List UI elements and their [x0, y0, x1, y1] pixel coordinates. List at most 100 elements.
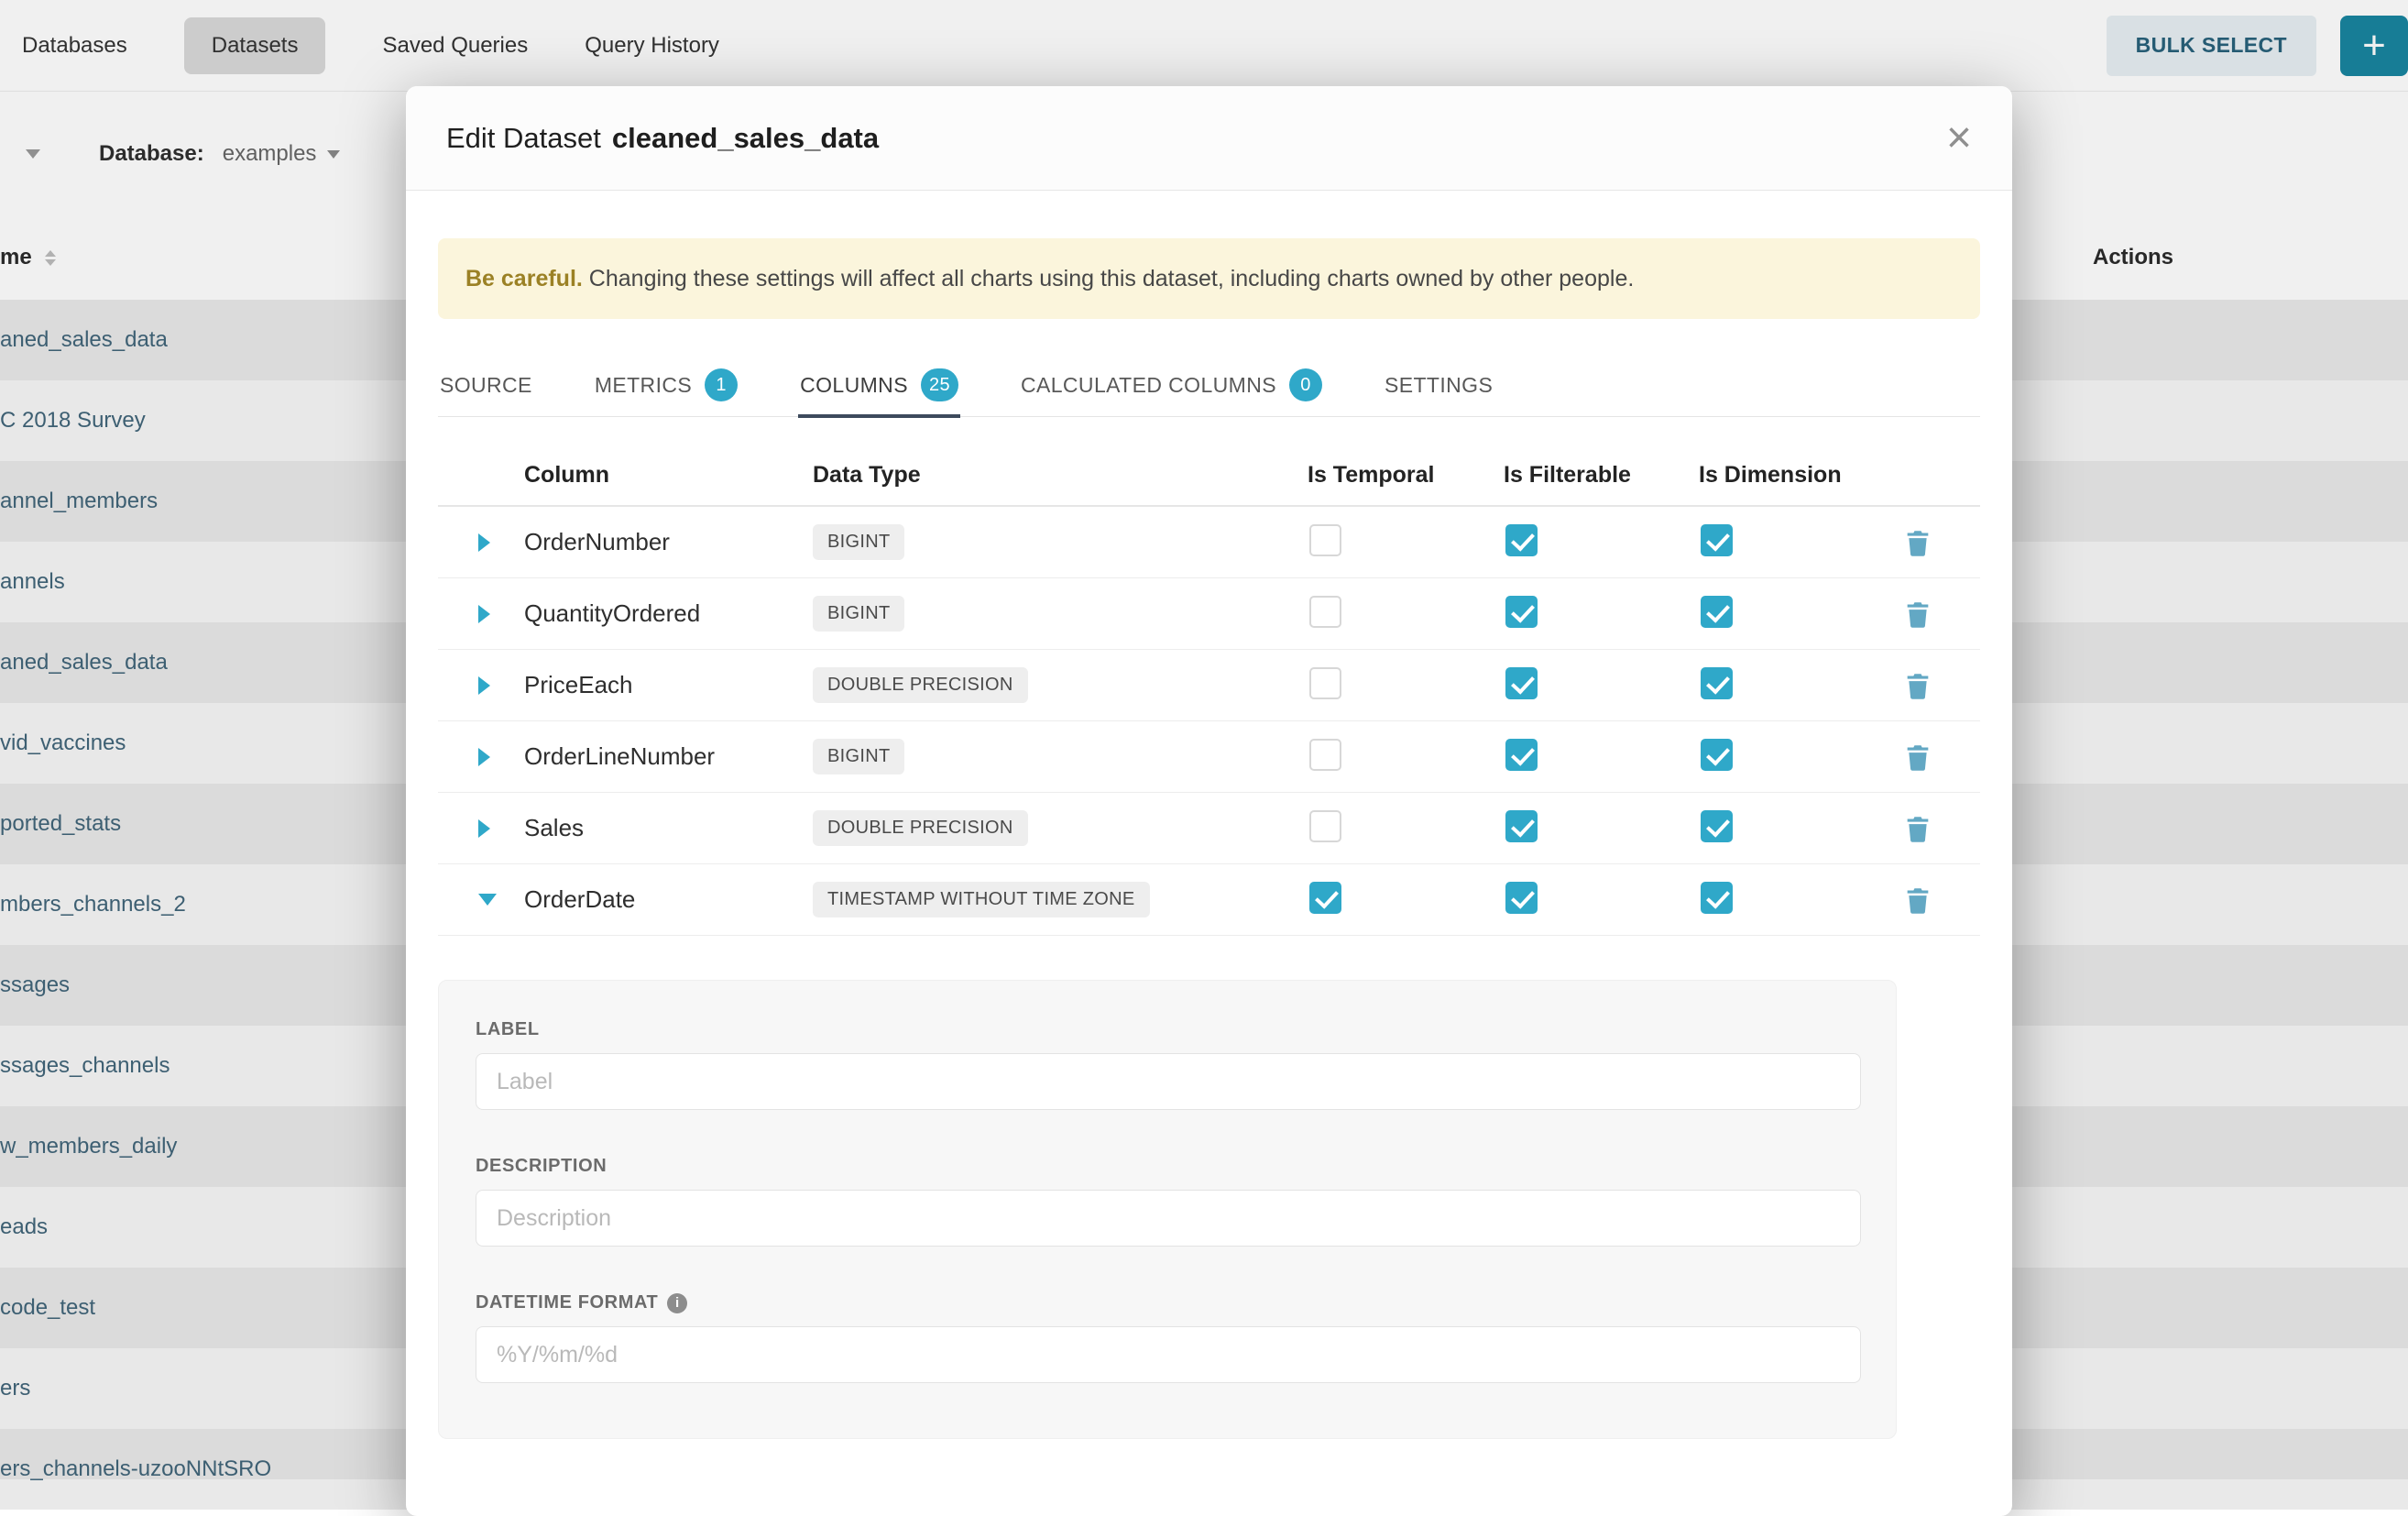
expand-toggle[interactable]: [438, 533, 524, 552]
data-type-pill: BIGINT: [813, 596, 904, 632]
is-filterable-checkbox[interactable]: [1505, 667, 1538, 699]
column-name: Sales: [524, 814, 813, 842]
close-icon[interactable]: ×: [1946, 116, 1972, 160]
label-input[interactable]: [476, 1053, 1861, 1110]
is-dimension-checkbox[interactable]: [1701, 667, 1733, 699]
tab-label: METRICS: [595, 373, 692, 398]
tab-columns[interactable]: COLUMNS 25: [798, 354, 960, 416]
is-temporal-checkbox[interactable]: [1309, 524, 1341, 556]
header-is-dimension: Is Dimension: [1699, 462, 1895, 489]
modal-title: Edit Dataset cleaned_sales_data: [446, 122, 879, 155]
trash-icon[interactable]: [1902, 884, 1933, 916]
header-is-filterable: Is Filterable: [1504, 462, 1699, 489]
delete-column-button[interactable]: [1895, 527, 1980, 558]
data-type-pill: DOUBLE PRECISION: [813, 810, 1028, 846]
label-field-label: LABEL: [476, 1019, 1859, 1040]
modal-title-prefix: Edit Dataset: [446, 122, 601, 155]
expand-caret-icon[interactable]: [478, 894, 497, 906]
is-temporal-checkbox[interactable]: [1309, 882, 1341, 914]
is-dimension-checkbox[interactable]: [1701, 882, 1733, 914]
is-dimension-checkbox[interactable]: [1701, 524, 1733, 556]
is-dimension-checkbox[interactable]: [1701, 810, 1733, 842]
edit-dataset-modal: Edit Dataset cleaned_sales_data × Be car…: [406, 86, 2012, 1516]
info-icon[interactable]: i: [667, 1293, 687, 1313]
expand-caret-icon[interactable]: [478, 819, 490, 838]
expand-caret-icon[interactable]: [478, 533, 490, 552]
tab-calculated-columns[interactable]: CALCULATED COLUMNS 0: [1019, 354, 1324, 416]
modal-dataset-name: cleaned_sales_data: [612, 122, 879, 155]
label-field-group: LABEL: [476, 1019, 1859, 1110]
expand-toggle[interactable]: [438, 676, 524, 695]
expand-toggle[interactable]: [438, 819, 524, 838]
datetime-format-input[interactable]: [476, 1326, 1861, 1383]
column-name: OrderLineNumber: [524, 742, 813, 771]
tab-settings[interactable]: SETTINGS: [1383, 354, 1494, 416]
is-filterable-checkbox[interactable]: [1505, 810, 1538, 842]
header-is-temporal: Is Temporal: [1308, 462, 1504, 489]
data-type-pill: TIMESTAMP WITHOUT TIME ZONE: [813, 882, 1150, 917]
is-dimension-checkbox[interactable]: [1701, 739, 1733, 771]
modal-tabs: SOURCE METRICS 1 COLUMNS 25 CALCULATED C…: [438, 354, 1980, 417]
trash-icon[interactable]: [1902, 670, 1933, 701]
datetime-format-label-text: DATETIME FORMAT: [476, 1292, 658, 1313]
description-field-group: DESCRIPTION: [476, 1156, 1859, 1247]
header-column: Column: [524, 462, 813, 489]
column-detail-panel: LABEL DESCRIPTION DATETIME FORMAT i: [438, 980, 1897, 1439]
expand-toggle[interactable]: [438, 748, 524, 766]
expand-caret-icon[interactable]: [478, 605, 490, 623]
delete-column-button[interactable]: [1895, 599, 1980, 630]
warning-text: Changing these settings will affect all …: [589, 266, 1635, 291]
delete-column-button[interactable]: [1895, 884, 1980, 916]
column-name: PriceEach: [524, 671, 813, 699]
trash-icon[interactable]: [1902, 599, 1933, 630]
tab-label: COLUMNS: [800, 373, 908, 398]
tab-metrics[interactable]: METRICS 1: [593, 354, 739, 416]
tab-label: SETTINGS: [1385, 373, 1493, 398]
delete-column-button[interactable]: [1895, 742, 1980, 773]
is-temporal-checkbox[interactable]: [1309, 739, 1341, 771]
data-type-pill: BIGINT: [813, 524, 904, 560]
is-temporal-checkbox[interactable]: [1309, 596, 1341, 628]
is-temporal-checkbox[interactable]: [1309, 810, 1341, 842]
warning-bold-text: Be careful.: [465, 266, 583, 291]
is-filterable-checkbox[interactable]: [1505, 739, 1538, 771]
description-field-label: DESCRIPTION: [476, 1156, 1859, 1177]
column-row: PriceEach DOUBLE PRECISION: [438, 650, 1980, 721]
delete-column-button[interactable]: [1895, 813, 1980, 844]
expand-toggle[interactable]: [438, 894, 524, 906]
is-filterable-checkbox[interactable]: [1505, 882, 1538, 914]
data-type-pill: DOUBLE PRECISION: [813, 667, 1028, 703]
is-filterable-checkbox[interactable]: [1505, 524, 1538, 556]
expand-toggle[interactable]: [438, 605, 524, 623]
datetime-format-field-label: DATETIME FORMAT i: [476, 1292, 1859, 1313]
warning-banner: Be careful. Changing these settings will…: [438, 238, 1980, 319]
column-name: QuantityOrdered: [524, 599, 813, 628]
tab-label: SOURCE: [440, 373, 532, 398]
columns-table-header: Column Data Type Is Temporal Is Filterab…: [438, 445, 1980, 507]
expand-caret-icon[interactable]: [478, 676, 490, 695]
description-input[interactable]: [476, 1190, 1861, 1247]
columns-table: Column Data Type Is Temporal Is Filterab…: [438, 445, 1980, 936]
tab-label: CALCULATED COLUMNS: [1021, 373, 1276, 398]
delete-column-button[interactable]: [1895, 670, 1980, 701]
is-filterable-checkbox[interactable]: [1505, 596, 1538, 628]
tab-source[interactable]: SOURCE: [438, 354, 534, 416]
is-dimension-checkbox[interactable]: [1701, 596, 1733, 628]
modal-header: Edit Dataset cleaned_sales_data ×: [406, 86, 2012, 191]
trash-icon[interactable]: [1902, 527, 1933, 558]
column-row: Sales DOUBLE PRECISION: [438, 793, 1980, 864]
column-row: OrderDate TIMESTAMP WITHOUT TIME ZONE: [438, 864, 1980, 936]
modal-body: Be careful. Changing these settings will…: [406, 191, 2012, 1439]
column-row: OrderNumber BIGINT: [438, 507, 1980, 578]
tab-badge: 0: [1289, 368, 1322, 401]
column-row: OrderLineNumber BIGINT: [438, 721, 1980, 793]
header-data-type: Data Type: [813, 462, 1308, 489]
column-name: OrderNumber: [524, 528, 813, 556]
expand-caret-icon[interactable]: [478, 748, 490, 766]
data-type-pill: BIGINT: [813, 739, 904, 774]
trash-icon[interactable]: [1902, 813, 1933, 844]
tab-badge: 1: [705, 368, 738, 401]
datetime-format-field-group: DATETIME FORMAT i: [476, 1292, 1859, 1383]
is-temporal-checkbox[interactable]: [1309, 667, 1341, 699]
trash-icon[interactable]: [1902, 742, 1933, 773]
